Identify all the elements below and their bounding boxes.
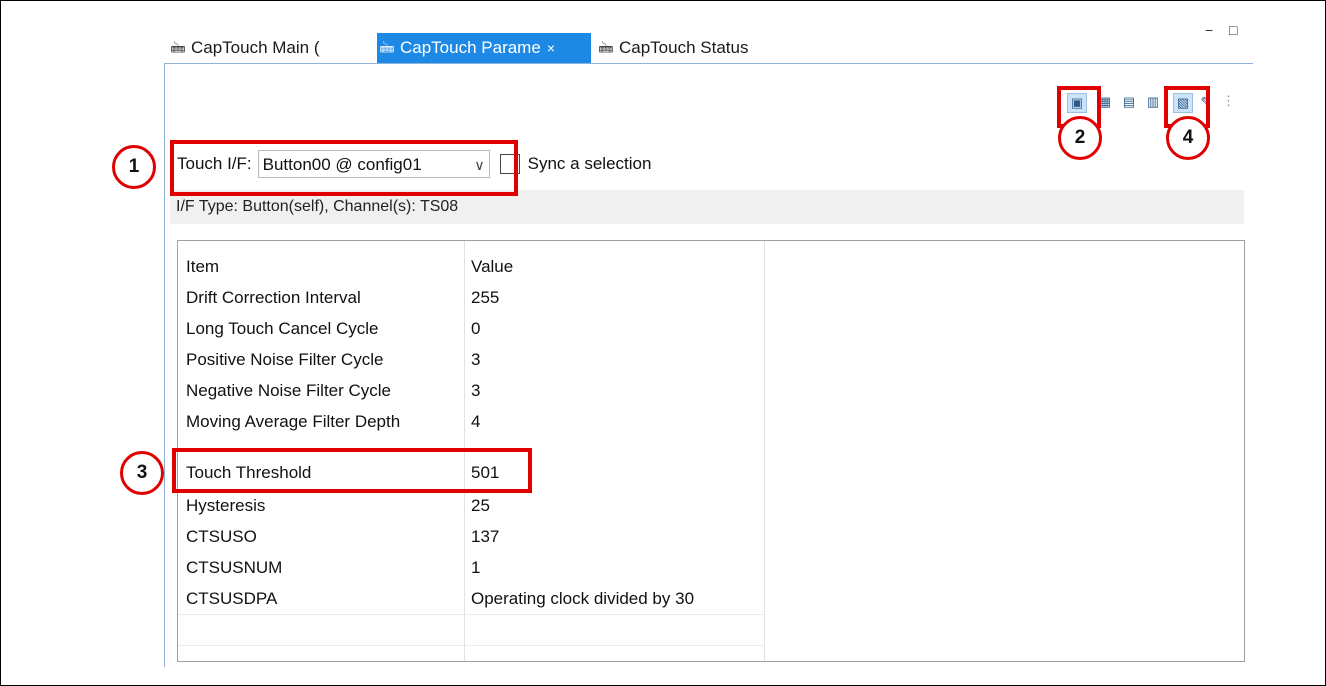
row-value[interactable]: 3 (471, 375, 480, 406)
table-row[interactable]: CTSUSDPA Operating clock divided by 30 (178, 583, 1244, 614)
maximize-icon[interactable]: □ (1229, 22, 1237, 38)
table-row[interactable]: Drift Correction Interval 255 (178, 282, 1244, 313)
row-item: Drift Correction Interval (186, 288, 361, 307)
row-divider (178, 614, 765, 615)
row-item: CTSUSNUM (186, 558, 283, 577)
row-value[interactable]: 255 (471, 282, 499, 313)
sync-selection-label: Sync a selection (527, 154, 652, 173)
tab-bar: 🖮 CapTouch Main ( 🖮 CapTouch Parame × 🖮 CapT… (164, 33, 1252, 63)
annotation-badge-1: 1 (112, 145, 156, 189)
annotation-badge-2: 2 (1058, 116, 1102, 160)
minimize-icon[interactable]: − (1205, 22, 1213, 38)
tab-captouch-status[interactable]: 🖮 CapTouch Status (596, 33, 806, 63)
row-item: Negative Noise Filter Cycle (186, 381, 392, 400)
tab-captouch-main[interactable]: 🖮 CapTouch Main ( (168, 33, 368, 63)
captouch-icon: 🖮 (379, 40, 395, 57)
table-row[interactable]: CTSUSNUM 1 (178, 552, 1244, 583)
row-item: Hysteresis (186, 496, 266, 515)
table-row[interactable]: Hysteresis 25 (178, 490, 1244, 521)
annotation-badge-4: 4 (1166, 116, 1210, 160)
callout-touch-if (170, 140, 518, 196)
row-item: Moving Average Filter Depth (186, 412, 401, 431)
sync-selection-option[interactable]: Sync a selection (499, 154, 652, 174)
row-item: CTSUSO (186, 527, 257, 546)
row-value[interactable]: 1 (471, 552, 480, 583)
row-item: CTSUSDPA (186, 589, 278, 608)
callout-touch-threshold (172, 448, 532, 493)
tab-label: CapTouch Parame (400, 38, 541, 57)
table-row[interactable]: Moving Average Filter Depth 4 (178, 406, 1244, 437)
table-row[interactable]: Positive Noise Filter Cycle 3 (178, 344, 1244, 375)
tab-label: CapTouch Main ( (191, 38, 320, 57)
row-value[interactable]: 25 (471, 490, 490, 521)
export-icon[interactable]: ▥ (1144, 93, 1162, 111)
captouch-icon: 🖮 (170, 40, 186, 57)
row-value[interactable]: Operating clock divided by 30 (471, 583, 694, 614)
table-header-row: Item Value (178, 251, 1244, 282)
monitor-icon[interactable]: ▤ (1120, 93, 1138, 111)
captouch-icon: 🖮 (598, 40, 614, 57)
tab-label: CapTouch Status (619, 38, 749, 57)
view-menu-icon[interactable]: ⋮ (1222, 93, 1235, 109)
annotation-badge-3: 3 (120, 451, 164, 495)
row-value[interactable]: 3 (471, 344, 480, 375)
table-row[interactable]: Long Touch Cancel Cycle 0 (178, 313, 1244, 344)
close-icon[interactable]: × (547, 40, 555, 56)
table-row[interactable]: Negative Noise Filter Cycle 3 (178, 375, 1244, 406)
row-divider (178, 645, 765, 646)
header-item: Item (186, 257, 220, 276)
row-value[interactable]: 4 (471, 406, 480, 437)
tab-captouch-parameters[interactable]: 🖮 CapTouch Parame × (377, 33, 591, 63)
row-value[interactable]: 137 (471, 521, 499, 552)
row-value[interactable]: 0 (471, 313, 480, 344)
row-item: Long Touch Cancel Cycle (186, 319, 379, 338)
row-item: Positive Noise Filter Cycle (186, 350, 384, 369)
header-value: Value (471, 257, 514, 276)
table-row[interactable]: CTSUSO 137 (178, 521, 1244, 552)
